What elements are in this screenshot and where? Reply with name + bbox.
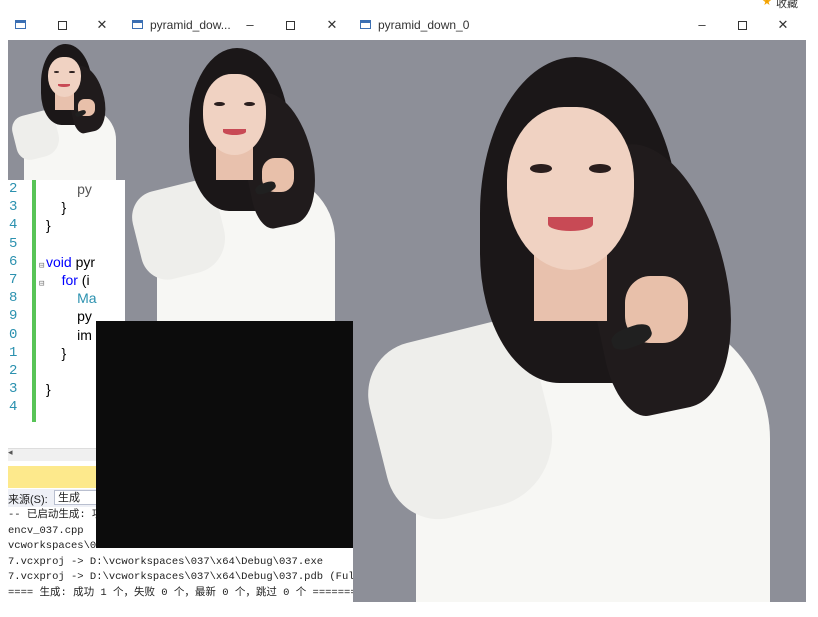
output-source-label: 来源(S): — [8, 494, 48, 506]
code-token: } — [46, 217, 51, 234]
line-number: 1 — [9, 344, 18, 361]
code-line[interactable] — [46, 235, 97, 253]
code-line[interactable] — [46, 362, 97, 380]
code-line[interactable] — [46, 398, 97, 416]
image-canvas-medium — [125, 40, 353, 321]
output-toolbar: 来源(S): 生成 — [8, 489, 108, 507]
code-token: (i — [77, 271, 90, 288]
output-line: 7.vcxproj -> D:\vcworkspaces\037\x64\Deb… — [8, 555, 324, 568]
code-line[interactable]: Ma — [46, 289, 97, 307]
image-canvas-large — [353, 40, 806, 602]
code-line[interactable]: py — [46, 307, 97, 325]
line-number: 8 — [9, 290, 18, 307]
photo-woman-medium — [125, 40, 353, 321]
maximize-icon[interactable] — [282, 17, 298, 33]
output-line: ==== 生成: 成功 1 个，失败 0 个，最新 0 个，跳过 0 个 ===… — [8, 586, 357, 599]
star-icon: ★ — [762, 0, 772, 8]
window-titlebar[interactable]: ✕ — [8, 12, 125, 40]
line-number-gutter: 2345678901234 — [8, 180, 34, 416]
code-line[interactable]: } — [46, 380, 97, 398]
change-indicator-bar — [32, 180, 36, 422]
line-number: 5 — [9, 235, 18, 252]
line-number: 0 — [9, 326, 18, 343]
code-token: void — [46, 253, 72, 270]
window-small[interactable]: ✕ — [8, 12, 125, 180]
code-line[interactable]: void pyr — [46, 253, 97, 271]
photo-woman-large — [353, 40, 806, 602]
window-titlebar[interactable]: pyramid_down_0 – ✕ — [353, 12, 806, 40]
favorites-label: 收藏 — [776, 0, 798, 10]
window-black-area — [96, 321, 353, 548]
code-line[interactable]: im — [46, 326, 97, 344]
minimize-icon[interactable]: – — [242, 17, 258, 33]
window-large[interactable]: pyramid_down_0 – ✕ — [353, 12, 806, 602]
window-medium[interactable]: pyramid_dow... – ✕ — [96, 12, 353, 548]
code-line[interactable]: for (i — [46, 271, 97, 289]
close-icon[interactable]: ✕ — [324, 17, 340, 33]
maximize-icon[interactable] — [734, 17, 750, 33]
code-line[interactable]: } — [46, 216, 97, 234]
line-number: 3 — [9, 381, 18, 398]
image-canvas-small — [8, 40, 125, 180]
close-icon[interactable]: ✕ — [94, 17, 110, 33]
line-number: 2 — [9, 181, 18, 197]
collapse-toggle-icon[interactable]: ⊟ — [39, 279, 44, 289]
line-number: 4 — [9, 399, 18, 416]
code-lines: py }} void pyr for (i Ma py im }} — [46, 180, 97, 416]
minimize-icon[interactable]: – — [694, 17, 710, 33]
code-token: } — [46, 381, 51, 398]
window-title: pyramid_down_0 — [378, 18, 470, 32]
code-token: py — [46, 308, 92, 325]
output-highlight-band — [8, 466, 108, 488]
line-number: 3 — [9, 199, 18, 216]
code-token: py — [46, 181, 92, 197]
code-line[interactable]: } — [46, 344, 97, 362]
opencv-window-icon — [360, 20, 371, 29]
collapse-toggle-icon[interactable]: ⊟ — [39, 261, 44, 271]
window-titlebar[interactable]: pyramid_dow... – ✕ — [125, 12, 353, 40]
line-number: 4 — [9, 217, 18, 234]
horizontal-scrollbar[interactable]: ◂ — [8, 447, 108, 461]
opencv-window-icon — [132, 20, 143, 29]
photo-woman-small — [8, 40, 125, 180]
favorites-corner[interactable]: ★ 收藏 — [758, 0, 818, 10]
close-icon[interactable]: ✕ — [775, 17, 791, 33]
code-token: pyr — [71, 253, 96, 270]
code-line[interactable]: py — [46, 180, 97, 198]
line-number: 7 — [9, 271, 18, 288]
scroll-left-icon[interactable]: ◂ — [8, 447, 13, 458]
code-token: } — [46, 344, 67, 361]
opencv-window-icon — [15, 20, 26, 29]
code-token: Ma — [77, 290, 97, 307]
line-number: 6 — [9, 253, 18, 270]
code-token: im — [46, 326, 92, 343]
line-number: 9 — [9, 308, 18, 325]
code-token: for — [61, 271, 78, 288]
code-line[interactable]: } — [46, 198, 97, 216]
output-line: 7.vcxproj -> D:\vcworkspaces\037\x64\Deb… — [8, 571, 393, 583]
window-title: pyramid_dow... — [150, 18, 231, 32]
line-number: 2 — [9, 362, 18, 379]
maximize-icon[interactable] — [54, 17, 70, 33]
code-token: } — [46, 199, 67, 216]
